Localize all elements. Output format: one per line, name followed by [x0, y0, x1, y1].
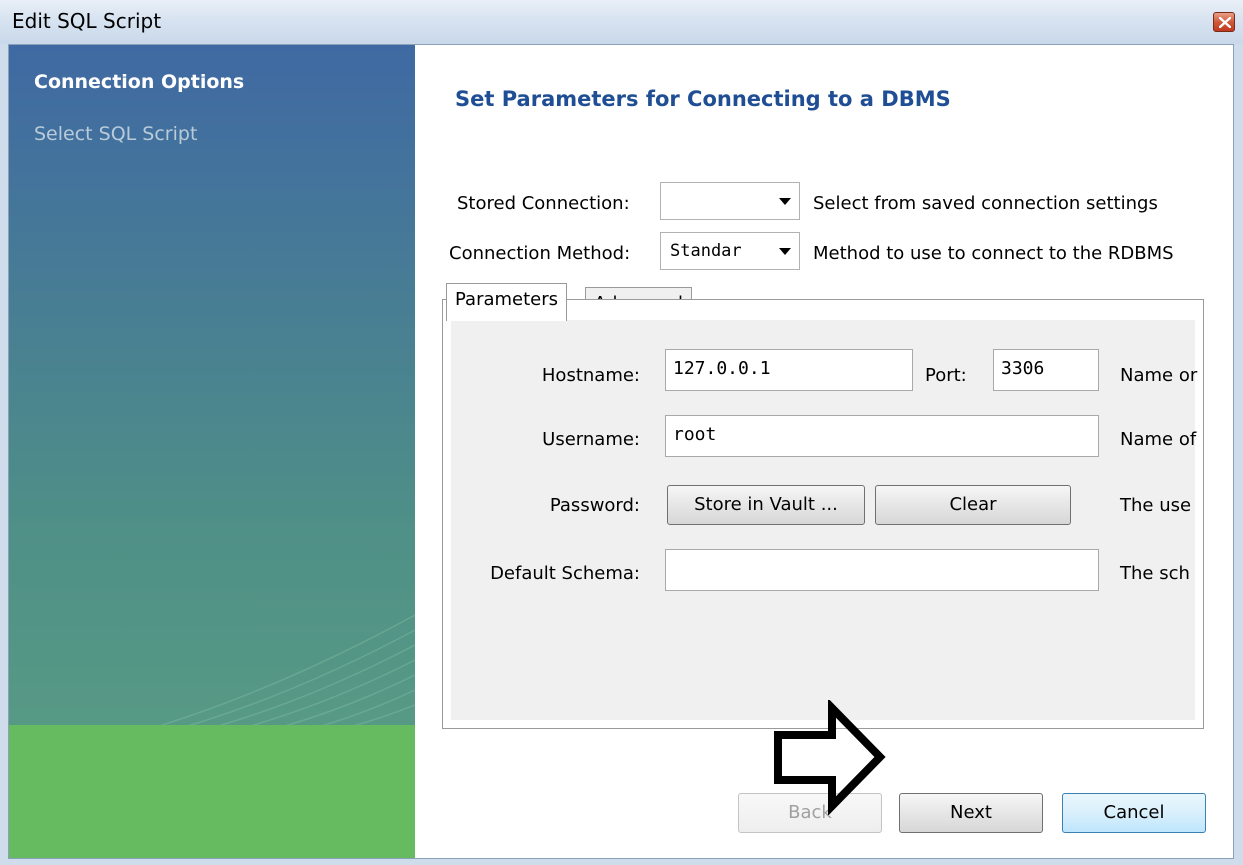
stored-connection-label: Stored Connection:	[457, 193, 630, 214]
store-in-vault-button[interactable]: Store in Vault ...	[667, 485, 865, 525]
annotation-arrow-icon	[774, 700, 886, 815]
stored-connection-help: Select from saved connection settings	[813, 193, 1158, 214]
sidebar-green-band	[9, 725, 415, 858]
default-schema-help: The sch	[1120, 563, 1190, 584]
hostname-help: Name or	[1120, 365, 1198, 386]
connection-method-help: Method to use to connect to the RDBMS	[813, 243, 1174, 264]
hostname-field[interactable]: 127.0.0.1	[665, 349, 913, 391]
connection-method-label: Connection Method:	[449, 243, 631, 264]
password-help: The use	[1120, 495, 1192, 516]
window-title: Edit SQL Script	[12, 9, 162, 33]
dialog-client-area: Connection Options Select SQL Script Set…	[8, 44, 1234, 859]
username-field[interactable]: root	[665, 415, 1099, 457]
stored-connection-select[interactable]	[660, 182, 800, 220]
port-field[interactable]: 3306	[993, 349, 1099, 391]
decorative-swoosh	[128, 614, 415, 745]
cancel-button[interactable]: Cancel	[1062, 793, 1206, 833]
edit-sql-script-dialog: Edit SQL Script Connection Options Selec…	[0, 0, 1243, 865]
sidebar-item-connection-options[interactable]: Connection Options	[34, 71, 244, 93]
chevron-down-icon	[779, 198, 791, 205]
connection-method-select[interactable]: Standar	[660, 232, 800, 270]
chevron-down-icon	[779, 248, 791, 255]
sidebar-item-select-sql-script[interactable]: Select SQL Script	[34, 123, 197, 145]
tab-parameters[interactable]: Parameters	[446, 283, 568, 321]
next-button[interactable]: Next	[899, 793, 1043, 833]
username-label: Username:	[542, 429, 640, 450]
port-label: Port:	[925, 365, 967, 386]
default-schema-field[interactable]	[665, 549, 1099, 591]
title-bar[interactable]: Edit SQL Script	[0, 0, 1243, 44]
username-help: Name of	[1120, 429, 1197, 450]
password-label: Password:	[549, 495, 640, 516]
default-schema-label: Default Schema:	[490, 563, 640, 584]
close-icon	[1219, 17, 1231, 28]
clear-password-button[interactable]: Clear	[875, 485, 1071, 525]
hostname-label: Hostname:	[541, 365, 640, 386]
wizard-sidebar: Connection Options Select SQL Script	[9, 45, 415, 858]
page-title: Set Parameters for Connecting to a DBMS	[455, 87, 951, 111]
close-button[interactable]	[1213, 12, 1235, 32]
